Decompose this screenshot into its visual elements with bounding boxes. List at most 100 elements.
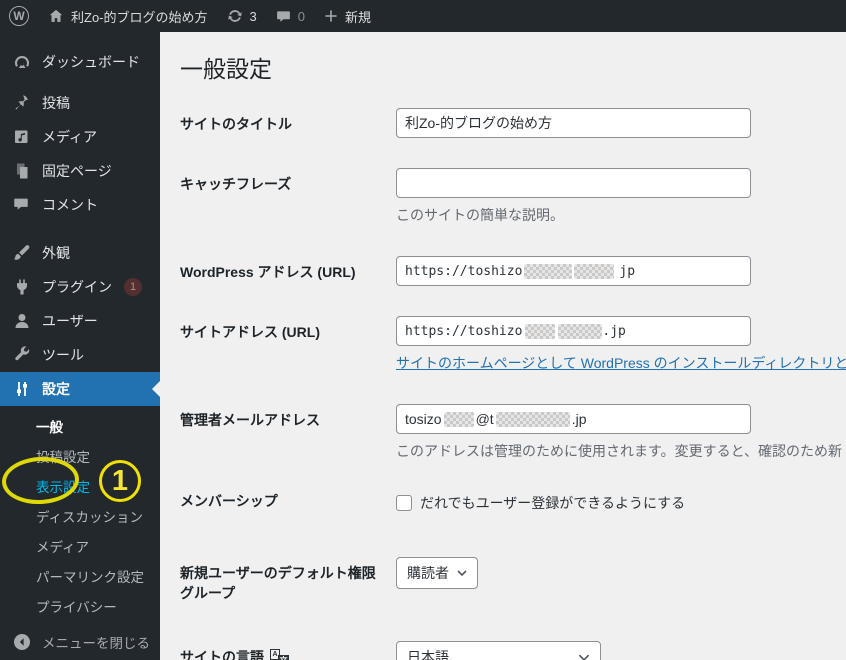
pages-icon (12, 161, 32, 181)
translation-icon: A文 (270, 649, 289, 660)
wordpress-logo-icon: W (9, 6, 29, 26)
menu-separator (0, 79, 160, 86)
membership-checkbox[interactable] (396, 495, 412, 511)
sidebar-item-label: メディア (42, 129, 98, 145)
row-site-address: サイトアドレス (URL) https://toshizo .jp サイトのホーム… (180, 316, 846, 373)
submenu-item-privacy[interactable]: プライバシー (0, 591, 160, 621)
site-address-input[interactable]: https://toshizo .jp (396, 316, 751, 346)
comments-button[interactable]: 0 (266, 0, 314, 32)
redacted-mosaic (574, 263, 615, 279)
plus-icon (323, 8, 339, 24)
sidebar-item-settings[interactable]: 設定 (0, 372, 160, 406)
row-admin-email: 管理者メールアドレス tosizo @t .jp このアドレスは管理のために使用され… (180, 404, 846, 461)
comment-count: 0 (297, 8, 305, 24)
sidebar-item-plugins[interactable]: プラグイン 1 (0, 270, 160, 304)
redacted-mosaic (495, 411, 570, 427)
tagline-label: キャッチフレーズ (180, 176, 292, 192)
admin-bar-site-name: 利Zo-的ブログの始め方 (71, 9, 208, 25)
install-directory-link[interactable]: サイトのホームページとして WordPress のインストールディレクトリと (396, 355, 846, 371)
dashboard-icon (12, 52, 32, 72)
sidebar-item-posts[interactable]: 投稿 (0, 86, 160, 120)
update-count: 3 (249, 8, 257, 24)
collapse-label: メニューを閉じる (42, 636, 150, 651)
wrench-icon (12, 345, 32, 365)
sidebar-item-media[interactable]: メディア (0, 120, 160, 154)
update-icon (226, 7, 244, 25)
updates-button[interactable]: 3 (217, 0, 266, 32)
submenu-item-reading[interactable]: 表示設定 (0, 471, 160, 501)
page-title: 一般設定 (180, 56, 272, 82)
sidebar-item-tools[interactable]: ツール (0, 338, 160, 372)
sidebar-item-users[interactable]: ユーザー (0, 304, 160, 338)
submenu-item-general[interactable]: 一般 (0, 411, 160, 441)
paintbrush-icon (12, 243, 32, 263)
row-wordpress-address: WordPress アドレス (URL) https://toshizo jp (180, 256, 846, 286)
site-address-label: サイトアドレス (URL) (180, 324, 320, 340)
row-tagline: キャッチフレーズ このサイトの簡単な説明。 (180, 168, 846, 225)
sidebar-item-label: コメント (42, 197, 98, 213)
collapse-icon (12, 632, 32, 652)
membership-label: メンバーシップ (180, 493, 278, 509)
tagline-input[interactable] (396, 168, 751, 198)
admin-email-input[interactable]: tosizo @t .jp (396, 404, 751, 434)
default-role-select[interactable]: 購読者 (396, 557, 478, 589)
home-icon (47, 7, 65, 25)
submenu-item-permalinks[interactable]: パーマリンク設定 (0, 561, 160, 591)
submenu-item-discussion[interactable]: ディスカッション (0, 501, 160, 531)
sidebar-item-label: 外観 (42, 245, 70, 261)
redacted-mosaic (443, 411, 474, 427)
pin-icon (12, 93, 32, 113)
language-select[interactable]: 日本語 (396, 641, 601, 660)
default-role-label: 新規ユーザーのデフォルト権限グループ (180, 565, 376, 601)
user-icon (12, 311, 32, 331)
comments-icon (12, 195, 32, 215)
wordpress-address-input[interactable]: https://toshizo jp (396, 256, 751, 286)
email-text: .jp (571, 411, 587, 427)
url-text: https://toshizo (405, 323, 523, 339)
sidebar-item-appearance[interactable]: 外観 (0, 236, 160, 270)
sidebar-item-dashboard[interactable]: ダッシュボード (0, 45, 160, 79)
new-label: 新規 (344, 9, 371, 25)
settings-sliders-icon (12, 379, 32, 399)
redacted-mosaic (558, 323, 603, 339)
sidebar-item-label: 固定ページ (42, 163, 112, 179)
new-content-button[interactable]: 新規 (314, 0, 380, 32)
redacted-mosaic (525, 323, 556, 339)
sidebar-item-comments[interactable]: コメント (0, 188, 160, 222)
menu-separator (0, 222, 160, 236)
submenu-item-writing[interactable]: 投稿設定 (0, 441, 160, 471)
visit-site-link[interactable]: 利Zo-的ブログの始め方 (38, 0, 217, 32)
url-text: jp (619, 263, 636, 279)
submenu-item-media[interactable]: メディア (0, 531, 160, 561)
settings-submenu: 一般 投稿設定 表示設定 ディスカッション メディア パーマリンク設定 プライバ… (0, 406, 160, 631)
language-label-wrap: サイトの言語 A文 (180, 641, 396, 660)
collapse-menu-button[interactable]: メニューを閉じる (0, 624, 160, 660)
sidebar-item-label: ユーザー (42, 313, 98, 329)
admin-bar: W 利Zo-的ブログの始め方 3 0 新規 (0, 0, 846, 32)
sidebar-item-label: ダッシュボード (42, 54, 140, 70)
language-label: サイトの言語 (180, 649, 264, 660)
wordpress-menu-button[interactable]: W (0, 0, 38, 32)
row-default-role: 新規ユーザーのデフォルト権限グループ 購読者 (180, 557, 846, 603)
admin-sidebar: ダッシュボード 投稿 メディア 固定ページ コメント 外観 プラグイン 1 ユー… (0, 32, 160, 660)
sidebar-item-label: 投稿 (42, 95, 70, 111)
sidebar-item-label: ツール (42, 347, 84, 363)
sidebar-item-label: 設定 (42, 381, 70, 397)
membership-checkbox-label: だれでもユーザー登録ができるようにする (420, 495, 686, 511)
redacted-mosaic (524, 263, 573, 279)
tagline-description: このサイトの簡単な説明。 (396, 207, 564, 223)
settings-general-page: 一般設定 サイトのタイトル キャッチフレーズ このサイトの簡単な説明。 Word… (160, 32, 846, 660)
admin-email-description: このアドレスは管理のために使用されます。変更すると、確認のため新 (396, 443, 843, 459)
url-text: .jp (602, 323, 626, 339)
site-title-input[interactable] (396, 108, 751, 138)
admin-email-label: 管理者メールアドレス (180, 412, 320, 428)
plugin-icon (12, 277, 32, 297)
url-text: https://toshizo (405, 263, 523, 279)
site-title-label: サイトのタイトル (180, 116, 292, 132)
wordpress-address-label: WordPress アドレス (URL) (180, 264, 356, 280)
media-icon (12, 127, 32, 147)
chevron-down-icon (578, 654, 590, 660)
email-text: tosizo (405, 411, 442, 427)
sidebar-item-pages[interactable]: 固定ページ (0, 154, 160, 188)
default-role-value: 購読者 (407, 565, 449, 581)
